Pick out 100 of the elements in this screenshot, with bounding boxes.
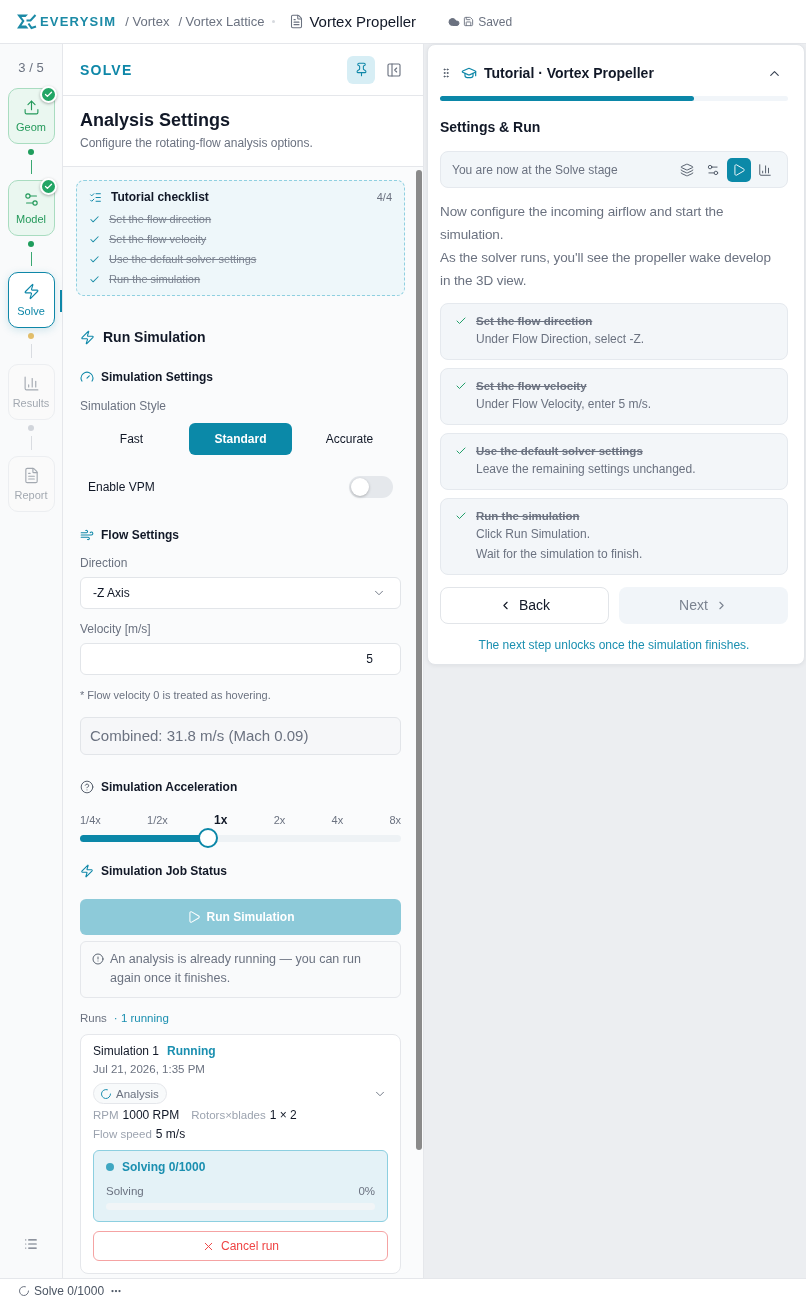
runs-label: Runs <box>80 1011 107 1025</box>
play-icon[interactable] <box>727 157 751 182</box>
panel-heading: Analysis Settings <box>80 109 232 132</box>
graduation-cap-icon <box>461 65 477 81</box>
task-description: Leave the remaining settings unchanged. <box>476 461 697 478</box>
logo-icon <box>16 13 37 30</box>
checklist-item: Use the default solver settings <box>109 252 257 266</box>
checklist-item: Set the flow direction <box>109 212 212 226</box>
status-text: Solve 0/1000 <box>34 1283 105 1298</box>
spinner-icon <box>18 1284 30 1297</box>
lightning-icon <box>22 282 40 300</box>
run-date: Jul 21, 2026, 1:35 PM <box>93 1062 206 1077</box>
active-step-indicator <box>60 290 62 312</box>
task-title: Set the flow velocity <box>476 379 587 393</box>
task-title: Run the simulation <box>476 509 580 523</box>
section-title: Simulation Job Status <box>101 863 227 879</box>
step-counter: 3 / 5 <box>18 60 44 76</box>
upload-icon <box>22 98 40 116</box>
sliders-icon <box>22 190 40 208</box>
stat-label: RPM <box>93 1108 119 1122</box>
back-button[interactable]: Back <box>440 587 609 624</box>
progress-label: Solving <box>106 1184 144 1198</box>
style-option[interactable]: Accurate <box>298 423 401 455</box>
slider-thumb[interactable] <box>198 828 219 848</box>
step-button[interactable]: Model <box>7 180 55 236</box>
panel-title: SOLVE <box>80 60 133 79</box>
progress-percent: 0% <box>358 1184 375 1198</box>
task-title: Use the default solver settings <box>476 444 643 458</box>
pin-button[interactable] <box>347 55 375 84</box>
stat-value: 1 × 2 <box>269 1108 297 1122</box>
style-option[interactable]: Standard <box>189 423 292 455</box>
task-description: Click Run Simulation. <box>476 526 592 543</box>
gauge-icon <box>80 370 94 384</box>
instruction-text: As the solver runs, you'll see the propeller wake develop in the 3D view. <box>440 249 772 290</box>
cancel-run-button[interactable]: Cancel run <box>93 1231 388 1261</box>
save-status: Saved <box>478 14 513 29</box>
tutorial-title: Tutorial · Vortex Propeller <box>484 64 654 82</box>
logo-text: EVERYSIM <box>40 13 117 30</box>
step-button[interactable]: Geom <box>7 88 55 144</box>
solving-title: Solving 0/1000 <box>122 1159 206 1175</box>
field-label: Direction <box>80 555 129 571</box>
run-status: Running <box>167 1043 216 1059</box>
speed-tick-label[interactable]: 4x <box>331 813 344 827</box>
stat-label: Flow speed <box>93 1127 152 1141</box>
speed-tick-label[interactable]: 1/4x <box>80 813 101 827</box>
checklist-item: Run the simulation <box>109 272 201 286</box>
play-icon <box>186 910 201 924</box>
stage-text: You are now at the Solve stage <box>452 161 618 178</box>
stat-label: Rotors×blades <box>191 1108 266 1122</box>
bar-chart-icon <box>22 374 40 392</box>
speed-tick-label[interactable]: 8x <box>389 813 401 827</box>
vpm-toggle[interactable] <box>349 476 393 498</box>
speed-tick-label[interactable]: 1/2x <box>147 813 168 827</box>
section-title: Simulation Settings <box>101 369 213 385</box>
velocity-note: * Flow velocity 0 is treated as hovering. <box>80 688 272 702</box>
document-icon <box>289 14 305 29</box>
task-description: Wait for the simulation to finish. <box>476 546 644 563</box>
instruction-text: Now configure the incoming airflow and start the simulation. <box>440 203 725 244</box>
task-description: Under Flow Direction, select -Z. <box>476 331 646 348</box>
field-label: Simulation Style <box>80 398 168 414</box>
field-label: Velocity [m/s] <box>80 621 152 637</box>
cloud-icon <box>448 15 461 28</box>
breadcrumb-link[interactable]: / Vortex Lattice <box>178 13 265 30</box>
checklist-icon <box>89 190 102 204</box>
checklist-item: Set the flow velocity <box>109 232 207 246</box>
acceleration-slider-track[interactable] <box>80 828 401 848</box>
breadcrumb-link[interactable]: / Vortex <box>125 13 170 30</box>
task-description: Under Flow Velocity, enter 5 m/s. <box>476 396 653 413</box>
collapse-panel-icon[interactable] <box>386 61 402 78</box>
lightning-icon <box>80 864 94 878</box>
notice-text: An analysis is already running — you can run again once it finishes. <box>110 951 362 987</box>
toggle-label: Enable VPM <box>88 479 155 495</box>
save-icon <box>463 16 475 27</box>
unlock-hint: The next step unlocks once the simulation finishes. <box>477 637 751 653</box>
combined-speed-field: Combined: 31.8 m/s (Mach 0.09) <box>80 717 401 755</box>
grip-icon[interactable] <box>440 66 452 80</box>
tag-label: Analysis <box>116 1086 159 1101</box>
pin-icon <box>353 62 369 77</box>
lightning-icon <box>80 329 95 345</box>
list-icon[interactable] <box>24 1237 38 1251</box>
velocity-input[interactable]: 5 <box>80 643 401 675</box>
step-button[interactable]: Solve <box>7 272 55 328</box>
speed-tick-label[interactable]: 1x <box>214 813 228 827</box>
checklist-count: 4/4 <box>376 190 392 204</box>
panel-subtitle: Configure the rotating-flow analysis options. <box>80 135 314 151</box>
style-option[interactable]: Fast <box>80 423 183 455</box>
speed-tick-label[interactable]: 2x <box>273 813 286 827</box>
scrollbar-thumb[interactable] <box>416 170 422 1150</box>
info-icon <box>92 953 104 965</box>
direction-select[interactable]: -Z Axis <box>80 577 401 609</box>
step-title: Settings & Run <box>440 118 542 136</box>
task-title: Set the flow direction <box>476 314 593 328</box>
section-title: Simulation Acceleration <box>101 779 238 795</box>
checklist-title: Tutorial checklist <box>111 189 209 205</box>
stat-value: 1000 RPM <box>122 1108 180 1122</box>
document-title: Vortex Propeller <box>309 12 417 31</box>
spinner-icon <box>100 1087 112 1100</box>
section-title: Flow Settings <box>101 527 179 543</box>
run-name: Simulation 1 <box>93 1043 160 1059</box>
help-icon[interactable] <box>80 780 94 794</box>
